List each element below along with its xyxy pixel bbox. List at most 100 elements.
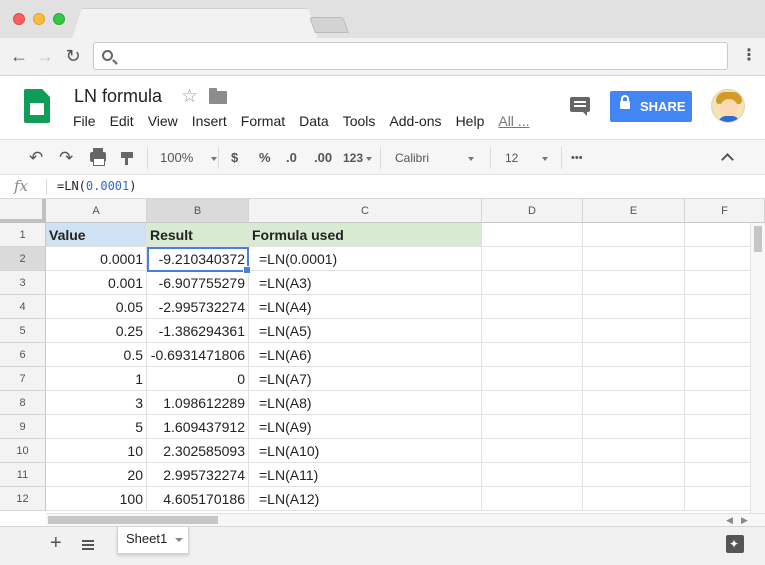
row-header[interactable]: 9 bbox=[0, 415, 46, 439]
horizontal-scrollbar[interactable]: ◀ ▶ bbox=[46, 513, 765, 526]
comments-icon[interactable] bbox=[570, 97, 590, 116]
more-formats-select[interactable]: 123 bbox=[343, 140, 373, 176]
percent-format-button[interactable]: % bbox=[259, 140, 271, 176]
header-cell[interactable]: Value bbox=[46, 223, 147, 247]
menu-help[interactable]: Help bbox=[456, 113, 485, 131]
column-header-c[interactable]: C bbox=[249, 199, 482, 223]
empty-cell[interactable] bbox=[482, 319, 583, 343]
table-cell[interactable]: =LN(A11) bbox=[249, 463, 482, 487]
menu-file[interactable]: File bbox=[73, 113, 96, 131]
table-cell[interactable]: =LN(0.0001) bbox=[249, 247, 482, 271]
reload-icon[interactable]: ↻ bbox=[62, 46, 84, 66]
table-cell[interactable]: -6.907755279 bbox=[147, 271, 249, 295]
menu-addons[interactable]: Add-ons bbox=[389, 113, 441, 131]
star-icon[interactable]: ☆ bbox=[181, 85, 198, 108]
table-cell[interactable]: 0.05 bbox=[46, 295, 147, 319]
table-cell[interactable]: 1.609437912 bbox=[147, 415, 249, 439]
table-cell[interactable]: =LN(A9) bbox=[249, 415, 482, 439]
row-header[interactable]: 8 bbox=[0, 391, 46, 415]
select-all-corner[interactable] bbox=[0, 199, 46, 223]
empty-cell[interactable] bbox=[482, 463, 583, 487]
table-cell[interactable]: 20 bbox=[46, 463, 147, 487]
menu-edit[interactable]: Edit bbox=[110, 113, 134, 131]
browser-menu-icon[interactable]: ⋮ bbox=[741, 46, 757, 66]
row-header[interactable]: 12 bbox=[0, 487, 46, 511]
menu-insert[interactable]: Insert bbox=[192, 113, 227, 131]
empty-cell[interactable] bbox=[482, 415, 583, 439]
horizontal-scroll-thumb[interactable] bbox=[48, 516, 218, 524]
empty-cell[interactable] bbox=[583, 487, 685, 511]
sheet-tab[interactable]: Sheet1 bbox=[117, 527, 189, 554]
menu-view[interactable]: View bbox=[148, 113, 178, 131]
empty-cell[interactable] bbox=[482, 223, 583, 247]
chevron-up-icon[interactable] bbox=[721, 153, 734, 166]
empty-cell[interactable] bbox=[482, 271, 583, 295]
table-cell[interactable]: 2.995732274 bbox=[147, 463, 249, 487]
sheet-tab-caret-icon[interactable] bbox=[175, 538, 183, 542]
maximize-window-button[interactable] bbox=[53, 13, 65, 25]
table-cell[interactable]: -0.6931471806 bbox=[147, 343, 249, 367]
table-cell[interactable]: =LN(A10) bbox=[249, 439, 482, 463]
add-sheet-icon[interactable]: + bbox=[50, 532, 62, 555]
vertical-scrollbar[interactable] bbox=[750, 223, 765, 513]
avatar[interactable] bbox=[711, 89, 745, 123]
font-size-select[interactable]: 12 bbox=[505, 140, 549, 176]
empty-cell[interactable] bbox=[482, 343, 583, 367]
folder-icon[interactable] bbox=[209, 88, 227, 104]
table-cell[interactable]: 10 bbox=[46, 439, 147, 463]
table-cell[interactable]: 0 bbox=[147, 367, 249, 391]
table-cell[interactable]: 100 bbox=[46, 487, 147, 511]
header-cell[interactable]: Result bbox=[147, 223, 249, 247]
empty-cell[interactable] bbox=[482, 367, 583, 391]
more-tools-button[interactable]: ••• bbox=[571, 140, 583, 176]
table-cell[interactable]: =LN(A8) bbox=[249, 391, 482, 415]
empty-cell[interactable] bbox=[583, 223, 685, 247]
row-header[interactable]: 7 bbox=[0, 367, 46, 391]
empty-cell[interactable] bbox=[583, 367, 685, 391]
share-button[interactable]: SHARE bbox=[610, 91, 692, 122]
empty-cell[interactable] bbox=[583, 415, 685, 439]
table-cell[interactable]: 0.001 bbox=[46, 271, 147, 295]
table-cell[interactable]: 1.098612289 bbox=[147, 391, 249, 415]
row-header[interactable]: 3 bbox=[0, 271, 46, 295]
address-bar[interactable] bbox=[93, 42, 728, 70]
table-cell[interactable]: -2.995732274 bbox=[147, 295, 249, 319]
menu-format[interactable]: Format bbox=[241, 113, 285, 131]
column-header-f[interactable]: F bbox=[685, 199, 765, 223]
row-header[interactable]: 6 bbox=[0, 343, 46, 367]
table-cell[interactable]: 2.302585093 bbox=[147, 439, 249, 463]
decrease-decimal-button[interactable]: .0 bbox=[286, 140, 297, 176]
header-cell[interactable]: Formula used bbox=[249, 223, 482, 247]
row-header[interactable]: 1 bbox=[0, 223, 46, 247]
menu-data[interactable]: Data bbox=[299, 113, 329, 131]
all-sheets-icon[interactable] bbox=[82, 540, 94, 542]
empty-cell[interactable] bbox=[583, 295, 685, 319]
new-tab-button[interactable] bbox=[309, 17, 349, 33]
empty-cell[interactable] bbox=[583, 391, 685, 415]
forward-arrow-icon[interactable]: → bbox=[34, 46, 56, 66]
column-header-d[interactable]: D bbox=[482, 199, 583, 223]
table-cell[interactable]: 3 bbox=[46, 391, 147, 415]
table-cell[interactable]: =LN(A4) bbox=[249, 295, 482, 319]
row-header[interactable]: 10 bbox=[0, 439, 46, 463]
undo-icon[interactable]: ↶ bbox=[29, 140, 43, 176]
menu-all-changes[interactable]: All ... bbox=[498, 113, 529, 131]
minimize-window-button[interactable] bbox=[33, 13, 45, 25]
empty-cell[interactable] bbox=[583, 343, 685, 367]
browser-tab-active[interactable] bbox=[72, 8, 318, 39]
zoom-select[interactable]: 100% bbox=[160, 140, 218, 176]
empty-cell[interactable] bbox=[583, 439, 685, 463]
paint-format-icon[interactable] bbox=[121, 152, 133, 165]
currency-format-button[interactable]: $ bbox=[231, 140, 238, 176]
table-cell[interactable]: 1 bbox=[46, 367, 147, 391]
empty-cell[interactable] bbox=[482, 247, 583, 271]
close-window-button[interactable] bbox=[13, 13, 25, 25]
column-header-b[interactable]: B bbox=[147, 199, 249, 223]
table-cell[interactable]: 0.5 bbox=[46, 343, 147, 367]
empty-cell[interactable] bbox=[482, 295, 583, 319]
empty-cell[interactable] bbox=[583, 463, 685, 487]
menu-tools[interactable]: Tools bbox=[343, 113, 376, 131]
table-cell[interactable]: -1.386294361 bbox=[147, 319, 249, 343]
empty-cell[interactable] bbox=[482, 439, 583, 463]
increase-decimal-button[interactable]: .00 bbox=[314, 140, 332, 176]
